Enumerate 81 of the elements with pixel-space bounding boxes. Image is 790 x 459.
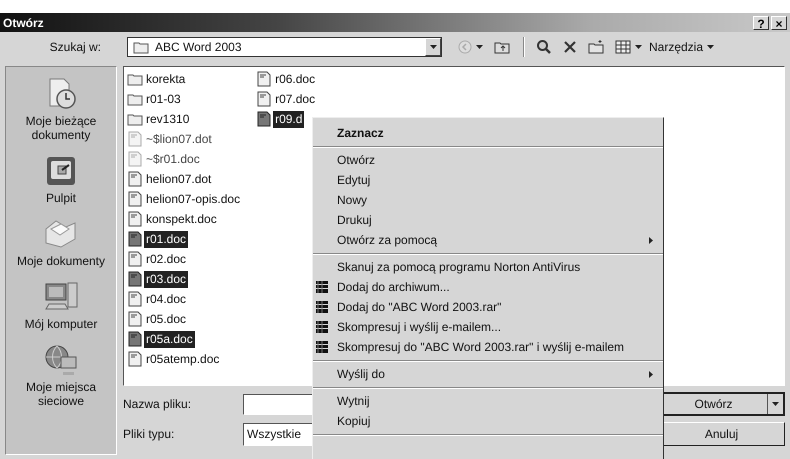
file-item[interactable]: r04.doc [144,290,188,308]
places-item[interactable]: Mój komputer [7,280,115,331]
look-in-label: Szukaj w: [48,40,101,54]
caret-icon [476,45,483,49]
file-item[interactable]: r07.doc [273,90,318,108]
submenu-arrow-icon [649,370,653,378]
menu-item[interactable]: Dodaj do "ABC Word 2003.rar" [313,297,663,317]
file-item[interactable]: ~$lion07.dot [144,130,214,148]
close-button[interactable]: × [771,16,787,30]
document-icon [256,111,272,127]
file-item[interactable]: korekta [144,70,188,88]
file-item[interactable]: r03.doc [144,270,188,288]
document-icon [127,231,143,247]
menu-item[interactable]: Otwórz [313,150,663,170]
document-icon [127,291,143,307]
document-icon [127,251,143,267]
menu-item[interactable]: Otwórz za pomocą [313,230,663,250]
dropdown-arrow-icon [430,45,436,49]
places-item[interactable]: Moje miejsca sieciowe [7,343,115,408]
delete-icon[interactable] [563,40,577,54]
file-type-label: Pliki typu: [123,427,176,441]
file-item[interactable]: helion07.dot [144,170,214,188]
file-name-label: Nazwa pliku: [123,397,192,411]
document-icon [127,131,143,147]
caret-icon [635,45,642,49]
document-icon [256,91,272,107]
document-icon [127,211,143,227]
new-folder-icon[interactable] [588,40,604,54]
submenu-arrow-icon [649,236,653,244]
menu-item[interactable]: Skompresuj i wyślij e-mailem... [313,317,663,337]
file-item[interactable]: rev1310 [144,110,192,128]
caret-icon [707,45,714,49]
globe-computer-icon [43,343,79,377]
folder-icon [127,72,143,86]
file-item[interactable]: helion07-opis.doc [144,190,242,208]
file-item[interactable]: r01.doc [144,230,188,248]
search-icon[interactable] [536,39,552,55]
document-icon [127,171,143,187]
places-item[interactable]: Moje bieżące dokumenty [7,77,115,142]
up-folder-icon[interactable] [494,40,510,54]
document-icon [127,191,143,207]
document-icon [127,351,143,367]
look-in-dropdown[interactable]: ABC Word 2003 [127,37,442,57]
help-button[interactable]: ? [753,16,769,30]
menu-item[interactable]: Zaznacz [313,123,663,143]
document-icon [127,331,143,347]
books-stack-icon [315,280,329,294]
file-item[interactable]: r06.doc [273,70,318,88]
menu-item[interactable]: Drukuj [313,210,663,230]
places-item[interactable]: Pulpit [7,154,115,205]
document-icon [127,271,143,287]
menu-item[interactable]: Wyślij do [313,364,663,384]
file-item[interactable]: r05a.doc [144,330,195,348]
folder-icon [127,112,143,126]
menu-item[interactable]: Skanuj za pomocą programu Norton AntiVirus [313,257,663,277]
folder-icon [127,92,143,106]
books-stack-icon [315,300,329,314]
window-title: Otwórz [3,16,44,30]
desktop-icon [44,154,78,188]
file-item[interactable]: r09.d [273,110,304,128]
file-item[interactable]: r05atemp.doc [144,350,222,368]
file-item[interactable]: r02.doc [144,250,188,268]
document-icon [127,151,143,167]
menu-item[interactable]: Edytuj [313,170,663,190]
file-item[interactable]: r01-03 [144,90,183,108]
books-stack-icon [315,320,329,334]
folder-icon [133,40,149,54]
books-stack-icon [315,340,329,354]
caret-icon [772,402,779,406]
views-button[interactable] [615,40,642,54]
places-item[interactable]: Moje dokumenty [7,217,115,268]
file-item[interactable]: r05.doc [144,310,188,328]
document-icon [256,71,272,87]
views-icon [615,40,631,54]
file-item[interactable]: konspekt.doc [144,210,219,228]
tools-menu[interactable]: Narzędzia [649,40,714,54]
menu-item[interactable]: Dodaj do archiwum... [313,277,663,297]
menu-item[interactable]: Skompresuj do "ABC Word 2003.rar" i wyślij e-mailem [313,337,663,357]
file-item[interactable]: ~$r01.doc [144,150,202,168]
menu-item[interactable]: Nowy [313,190,663,210]
document-icon [127,311,143,327]
